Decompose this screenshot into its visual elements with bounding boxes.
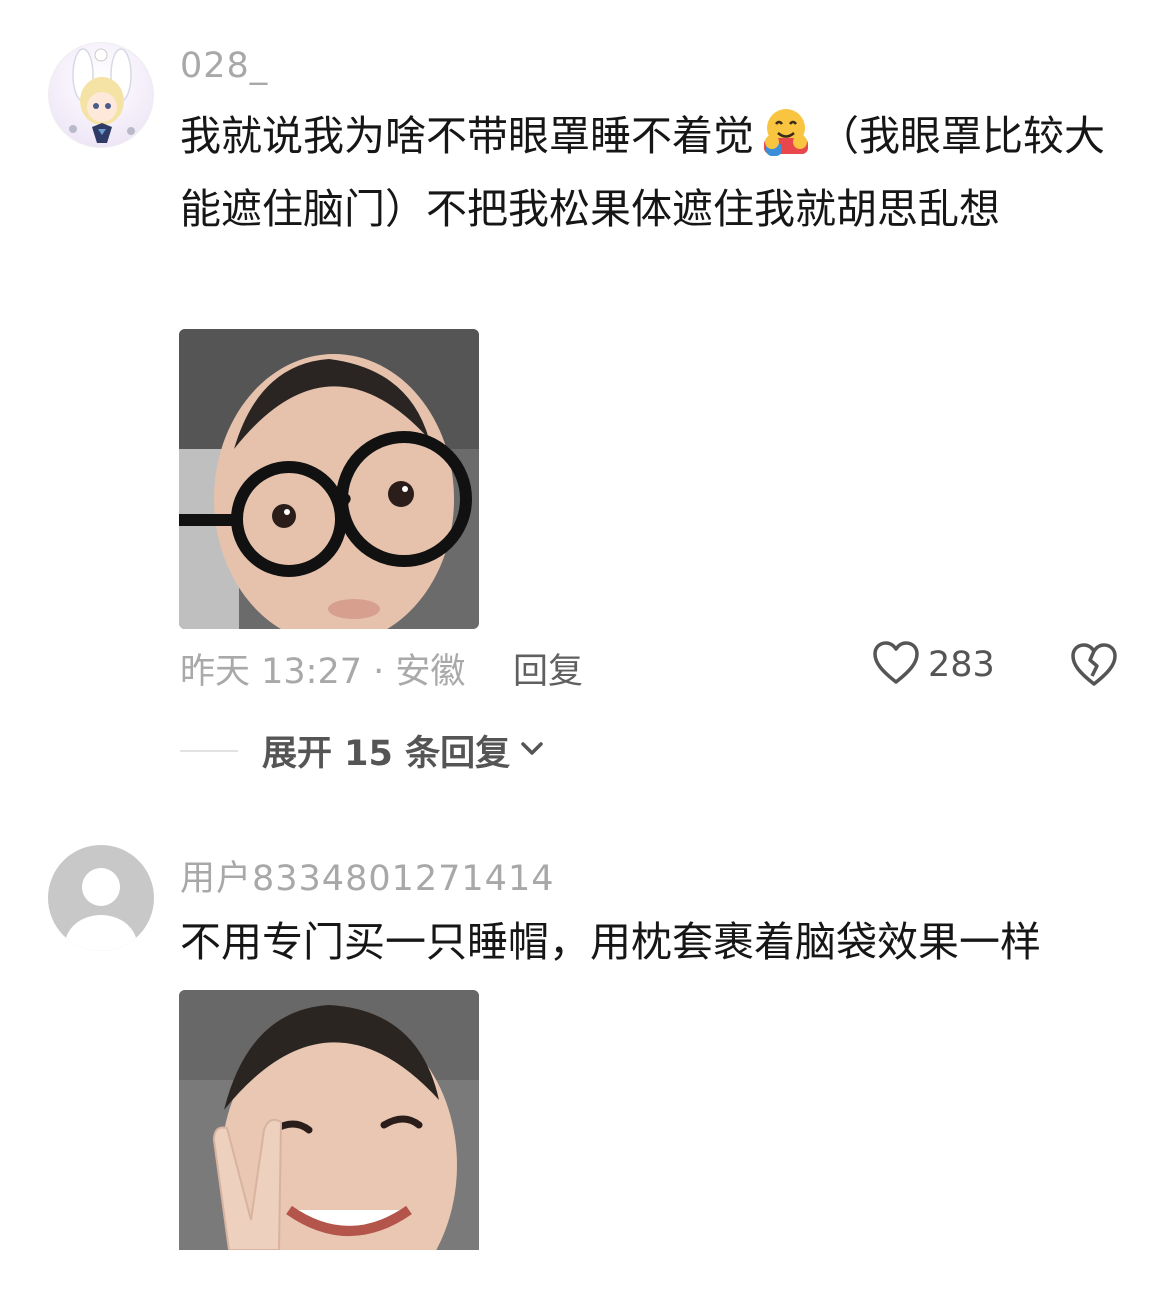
expand-replies-button[interactable]: 展开 15 条回复 [180,725,544,776]
comment-text: 不用专门买一只睡帽，用枕套裹着脑袋效果一样 [180,918,1041,966]
hugging-face-emoji-icon [758,104,814,160]
reply-button[interactable]: 回复 [513,643,583,694]
username[interactable]: 用户8334801271414 [180,850,555,901]
avatar[interactable] [48,845,154,951]
default-user-icon [65,868,137,951]
avatar[interactable] [48,42,154,148]
divider-line [180,749,238,752]
dislike-button[interactable] [1070,642,1118,692]
heart-icon [872,640,920,690]
comment-text: 我就说我为啥不带眼罩睡不着觉 （我眼罩比较大能遮住脑门）不把我松果体遮住我就胡思乱… [180,100,1120,246]
comment-image-baby-peace-sign[interactable] [179,990,479,1290]
chevron-down-icon [520,741,544,761]
broken-heart-icon [1070,643,1118,692]
comment-image-baby-glasses[interactable] [179,329,479,629]
username[interactable]: 028_ [180,46,268,86]
anime-avatar-image [69,48,135,143]
comment-text-part1: 我就说我为啥不带眼罩睡不着觉 [180,112,754,160]
expand-replies-label: 展开 15 条回复 [262,734,511,774]
comment-timestamp-location: 昨天 13:27 · 安徽 [180,652,466,692]
like-count: 283 [928,645,995,685]
like-button[interactable]: 283 [872,640,995,690]
